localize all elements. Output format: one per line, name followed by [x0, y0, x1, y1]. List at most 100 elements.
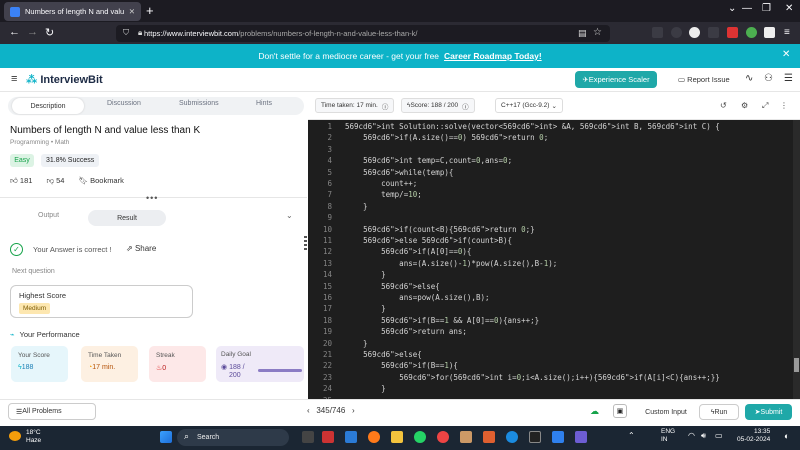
submit-button[interactable]: ➤ Submit [745, 404, 792, 420]
address-bar[interactable]: https://www.interviewbit.com/problems/nu… [116, 25, 610, 42]
new-tab-icon[interactable]: + [146, 3, 154, 18]
maximize-icon[interactable]: ❐ [762, 3, 771, 14]
next-problem-icon[interactable]: › [352, 406, 355, 415]
wifi-icon[interactable]: ◠ [688, 431, 695, 440]
code-line[interactable]: } [345, 202, 368, 211]
reset-icon[interactable]: ↺ [720, 101, 727, 110]
code-line[interactable]: 569cd6">if(count<B){569cd6">return 0;} [345, 225, 535, 234]
code-line[interactable]: } [345, 339, 368, 348]
lock-icon[interactable]: 🔒︎ [138, 28, 142, 38]
bookmark-button[interactable]: 🔖︎ Bookmark [78, 176, 123, 186]
file-explorer-icon[interactable] [391, 431, 403, 443]
settings-icon[interactable]: ⚙ [741, 101, 748, 110]
career-roadmap-link[interactable]: Career Roadmap Today! [444, 51, 542, 61]
volume-icon[interactable]: 🔊︎ [701, 431, 706, 441]
code-line[interactable]: temp/=10; [345, 190, 422, 199]
browser-tab[interactable]: Numbers of length N and valu ✕ [4, 2, 141, 21]
run-button[interactable]: ϟ Run [699, 404, 739, 420]
activity-icon[interactable]: ∿ [745, 73, 753, 84]
vscode-icon[interactable] [345, 431, 357, 443]
chrome-icon[interactable] [437, 431, 449, 443]
code-line[interactable]: count++; [345, 179, 417, 188]
chevron-down-icon[interactable]: ⌄ [286, 211, 293, 220]
weather-icon[interactable] [9, 431, 21, 441]
minimize-icon[interactable]: — [742, 3, 752, 14]
interviewbit-logo[interactable]: ⁂ InterviewBit [26, 73, 103, 86]
extension-red-icon[interactable] [727, 27, 738, 38]
bookmark-star-icon[interactable]: ☆ [593, 27, 602, 38]
fullscreen-icon[interactable]: ⤢ [762, 101, 768, 111]
code-line[interactable]: 569cd6">if(B==1 && A[0]==0){ans++;} [345, 316, 539, 325]
extension-b-icon[interactable] [689, 27, 700, 38]
console-icon[interactable]: ▣ [613, 404, 627, 418]
close-window-icon[interactable]: ✕ [785, 3, 793, 14]
tab-output[interactable]: Output [38, 212, 59, 219]
pane-splitter[interactable] [304, 236, 307, 252]
code-line[interactable]: 569cd6">int Solution::solve(vector<569cd… [345, 122, 720, 131]
dislike-button[interactable]: 👎︎ 54 [46, 176, 64, 186]
extension-k-icon[interactable] [764, 27, 775, 38]
code-line[interactable]: } [345, 304, 386, 313]
pocket-icon[interactable] [652, 27, 663, 38]
scrollbar-thumb[interactable] [794, 358, 799, 372]
edge-icon[interactable] [506, 431, 518, 443]
battery-icon[interactable]: ▭ [715, 431, 723, 440]
reader-view-icon[interactable]: ▤ [578, 28, 587, 39]
extension-green-icon[interactable] [746, 27, 757, 38]
all-problems-button[interactable]: ☰ All Problems [8, 403, 96, 420]
code-line[interactable]: 569cd6">if(B==1){ [345, 361, 458, 370]
back-icon[interactable]: ← [9, 26, 20, 38]
close-tab-icon[interactable]: ✕ [129, 7, 135, 16]
firefox-icon[interactable] [368, 431, 380, 443]
app-b-icon[interactable] [575, 431, 587, 443]
tab-hints[interactable]: Hints [256, 100, 272, 107]
tab-discussion[interactable]: Discussion [107, 100, 141, 107]
code-line[interactable]: 569cd6">if(A.size()==0) 569cd6">return 0… [345, 133, 548, 142]
code-line[interactable]: 569cd6">int temp=C,count=0,ans=0; [345, 156, 512, 165]
code-line[interactable]: ans=(A.size()-1)*pow(A.size(),B-1); [345, 259, 557, 268]
notification-icon[interactable]: ◐ [784, 431, 789, 441]
reload-icon[interactable]: ↻ [45, 26, 54, 39]
start-icon[interactable] [160, 431, 172, 443]
weather-widget[interactable]: 18°C Haze [26, 429, 41, 445]
more-options-icon[interactable]: ⋮ [780, 101, 788, 110]
task-view-icon[interactable] [302, 431, 314, 443]
code-line[interactable]: 569cd6">return ans; [345, 327, 467, 336]
shield-icon[interactable]: ⛉ [123, 28, 129, 38]
language-indicator[interactable]: ENG IN [661, 428, 675, 444]
code-line[interactable]: } [345, 384, 386, 393]
forward-icon[interactable]: → [27, 26, 38, 38]
banner-close-icon[interactable]: ✕ [782, 49, 790, 60]
menu-icon[interactable]: ≡ [784, 27, 790, 38]
resize-handle-icon[interactable]: ••• [146, 193, 158, 203]
tray-chevron-icon[interactable]: ⌃ [628, 431, 635, 440]
account-icon[interactable] [671, 27, 682, 38]
tab-list-icon[interactable]: ⌄ [728, 3, 736, 14]
tab-submissions[interactable]: Submissions [179, 100, 219, 107]
language-select[interactable]: C++17 (Gcc-9.2) ⌄ [495, 98, 563, 113]
app-orange-icon[interactable] [483, 431, 495, 443]
code-line[interactable]: 569cd6">else 569cd6">if(count>B){ [345, 236, 512, 245]
terminal-icon[interactable] [529, 431, 541, 443]
more-menu-icon[interactable]: ☰ [784, 73, 793, 84]
code-line[interactable]: 569cd6">else{ [345, 350, 422, 359]
experience-scaler-button[interactable]: ✈︎ Experience Scaler [575, 71, 657, 88]
code-line[interactable]: 569cd6">if(A[0]==0){ [345, 247, 471, 256]
code-editor[interactable]: 1 569cd6">int Solution::solve(vector<569c… [308, 120, 793, 399]
code-line[interactable]: ans=pow(A.size(),B); [345, 293, 489, 302]
taskbar-search[interactable]: Search [177, 429, 289, 446]
app-check-icon[interactable] [552, 431, 564, 443]
code-line[interactable]: } [345, 270, 386, 279]
whatsapp-icon[interactable] [414, 431, 426, 443]
code-line[interactable]: 569cd6">while(temp){ [345, 168, 453, 177]
share-button[interactable]: ⇗ Share [126, 244, 156, 253]
app-game-icon[interactable] [460, 431, 472, 443]
extensions-icon[interactable] [708, 27, 719, 38]
profile-icon[interactable]: ⚇ [764, 73, 773, 84]
clock[interactable]: 13:35 05-02-2024 [737, 428, 770, 444]
custom-input-button[interactable]: Custom Input [641, 404, 691, 420]
code-line[interactable]: 569cd6">for(569cd6">int i=0;i<A.size();i… [345, 373, 720, 382]
code-line[interactable]: 569cd6">else{ [345, 282, 440, 291]
hamburger-icon[interactable]: ≡ [11, 73, 17, 85]
tab-description[interactable]: Description [12, 98, 84, 114]
